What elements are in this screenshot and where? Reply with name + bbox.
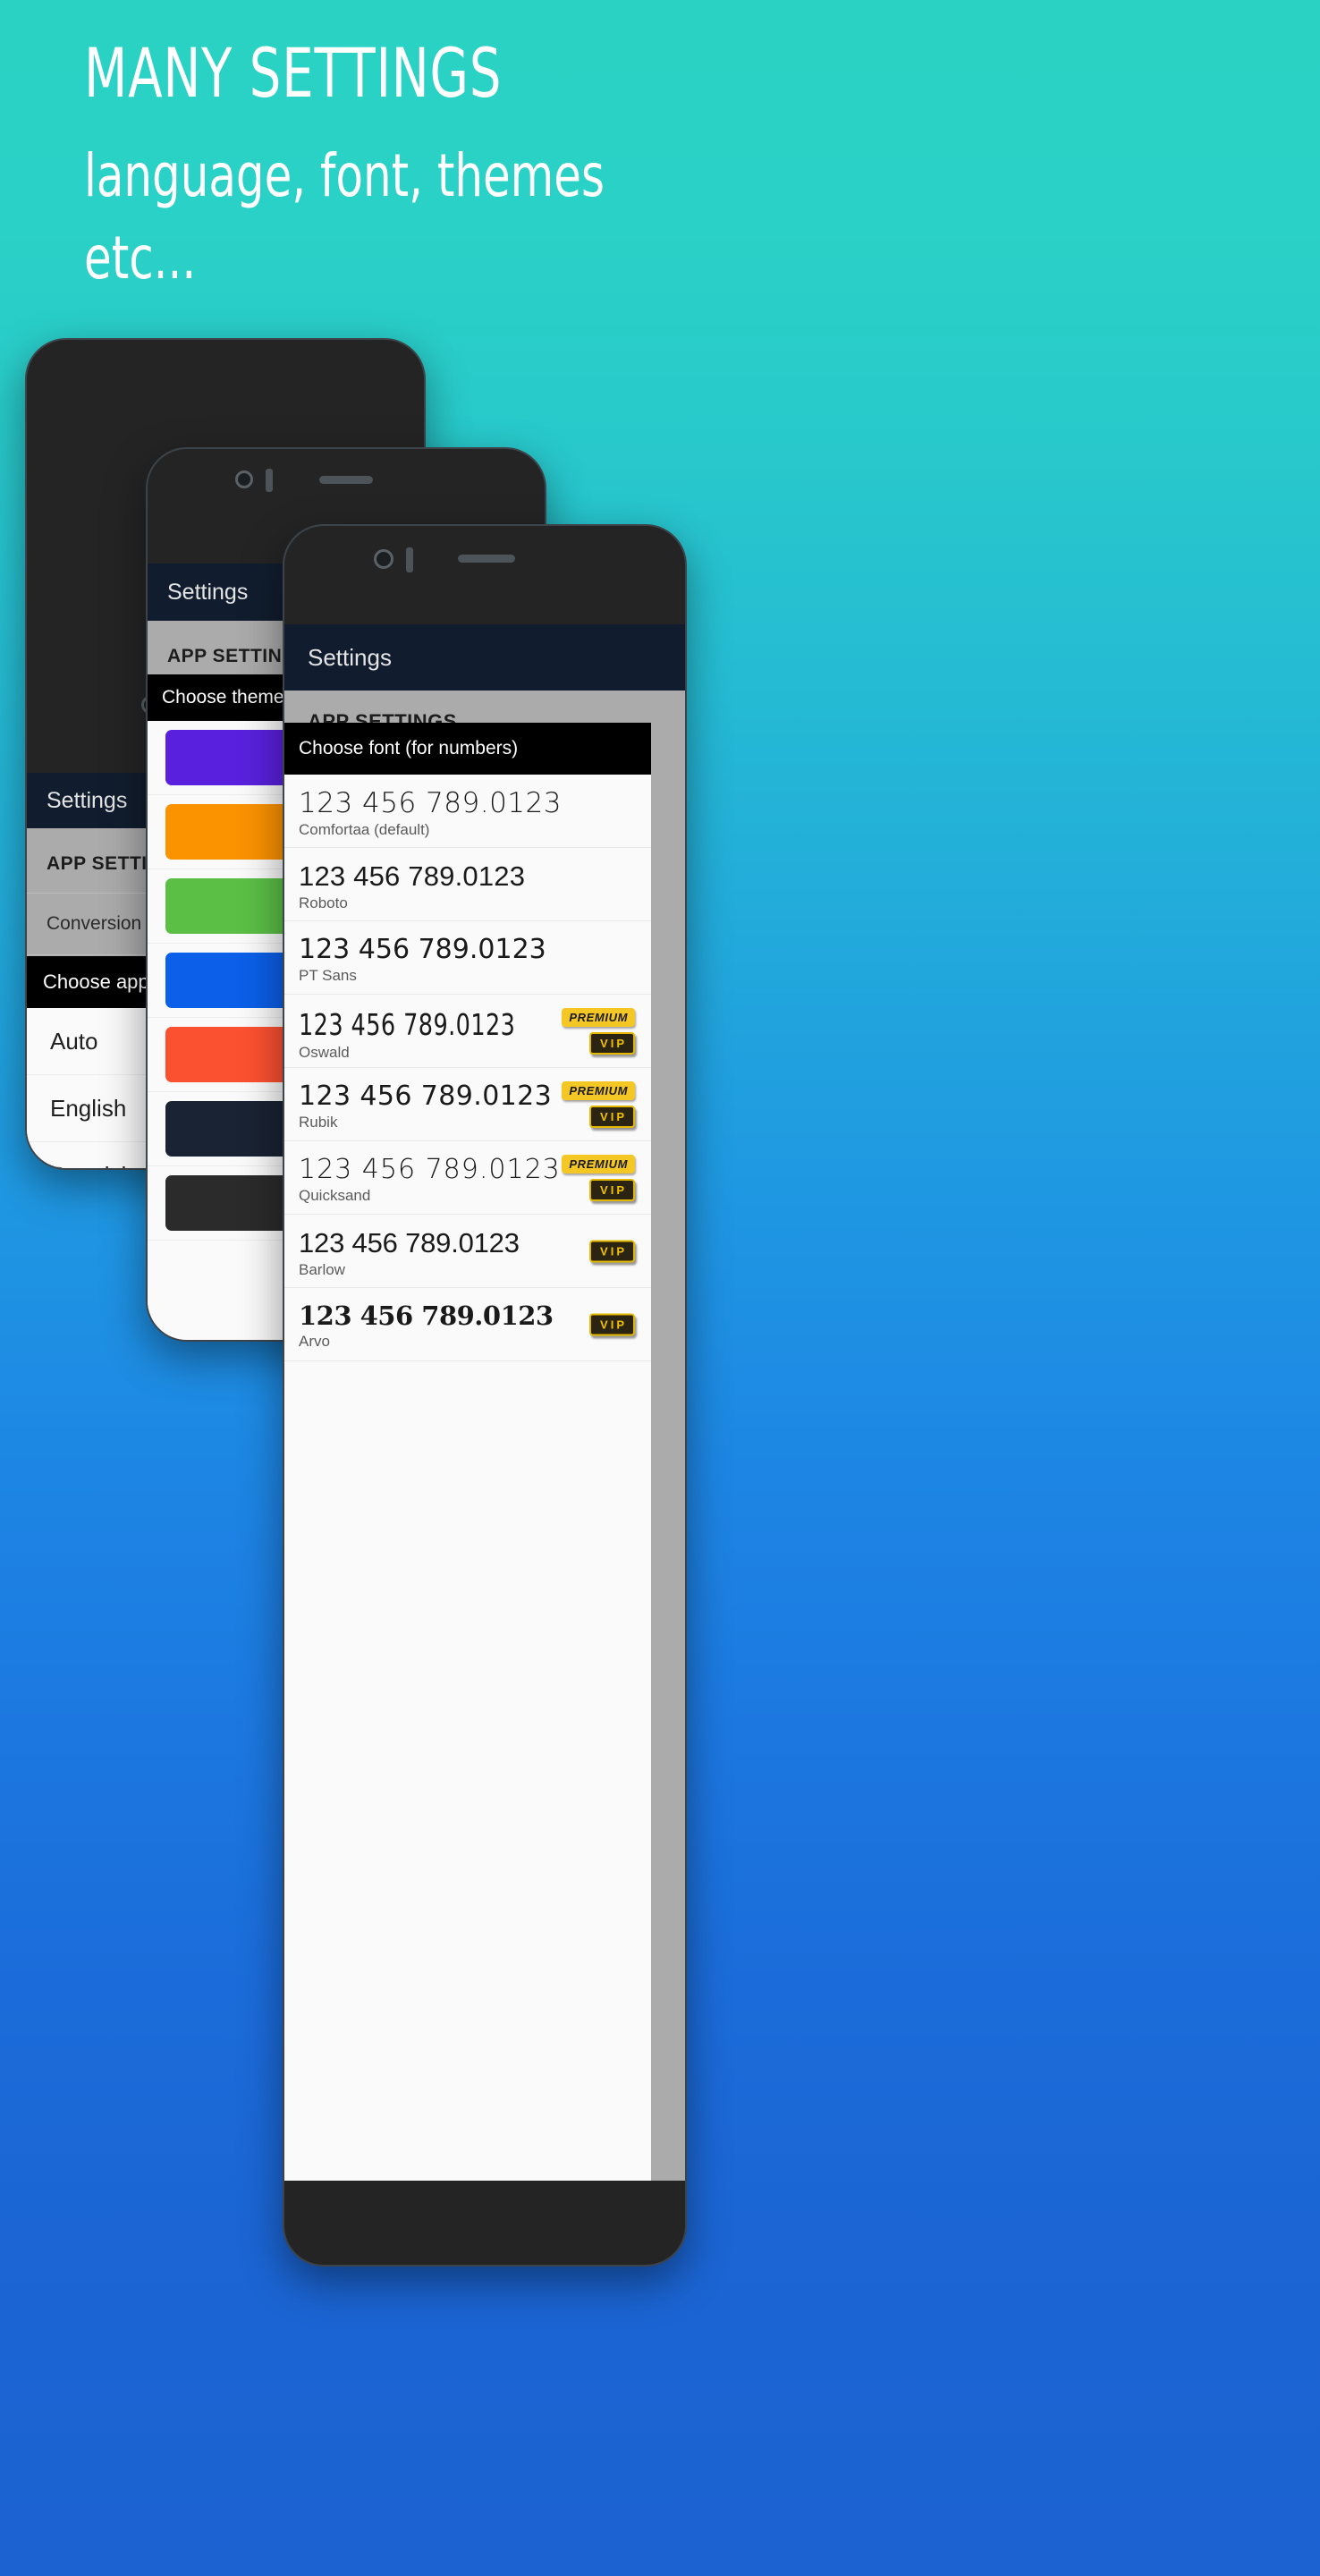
phone1-appbar-title: Settings — [47, 787, 128, 813]
font-sample-text: 123 456 789.0123 — [299, 860, 526, 892]
sensor-icon — [266, 469, 273, 492]
language-option-label: Auto — [50, 1027, 98, 1055]
vip-badge: VIP — [589, 1031, 635, 1055]
font-sample-text: 123 456 789.0123 — [299, 787, 562, 819]
font-list: 123 456 789.0123 Comfortaa (default) 123… — [284, 775, 651, 2181]
phone-mockup-font: Settings APP SETTINGS Choose font (for n… — [283, 524, 687, 2267]
phone3-appbar: Settings — [284, 624, 685, 691]
vip-badge: VIP — [589, 1240, 635, 1262]
front-camera-icon — [235, 470, 253, 488]
premium-badge: PREMIUM — [562, 1154, 635, 1174]
choose-font-dialog: Choose font (for numbers) 123 456 789.01… — [284, 723, 651, 2181]
phone3-appbar-title: Settings — [308, 643, 392, 671]
font-sample-text: 123 456 789.0123 — [299, 1007, 516, 1042]
font-badges: PREMIUM VIP — [562, 1080, 635, 1128]
font-option-oswald[interactable]: 123 456 789.0123 Oswald PREMIUM VIP — [284, 995, 651, 1068]
phone3-screen: Settings APP SETTINGS Choose font (for n… — [284, 624, 685, 2181]
choose-font-dialog-title: Choose font (for numbers) — [299, 738, 519, 758]
font-option-arvo[interactable]: 123 456 789.0123 Arvo VIP — [284, 1288, 651, 1361]
promo-headline-block: MANY SETTINGS language, font, themes etc… — [84, 34, 978, 297]
earpiece-speaker — [319, 476, 373, 484]
font-option-roboto[interactable]: 123 456 789.0123 Roboto — [284, 848, 651, 921]
promo-subline-2: etc... — [84, 224, 197, 292]
premium-badge: PREMIUM — [562, 1080, 635, 1100]
font-badges: VIP — [589, 1313, 635, 1335]
font-option-pt-sans[interactable]: 123 456 789.0123 PT Sans — [284, 921, 651, 995]
vip-badge: VIP — [589, 1105, 635, 1128]
font-name-label: PT Sans — [299, 967, 357, 984]
premium-badge: PREMIUM — [562, 1007, 635, 1027]
font-name-label: Comfortaa (default) — [299, 821, 430, 838]
font-name-label: Arvo — [299, 1333, 330, 1350]
font-option-quicksand[interactable]: 123 456 789.0123 Quicksand PREMIUM VIP — [284, 1141, 651, 1215]
promo-headline: MANY SETTINGS — [84, 33, 503, 113]
font-sample-text: 123 456 789.0123 — [299, 934, 546, 965]
font-badges: VIP — [589, 1240, 635, 1262]
language-option-label: English — [50, 1094, 127, 1122]
font-name-label: Roboto — [299, 894, 348, 911]
font-option-comfortaa[interactable]: 123 456 789.0123 Comfortaa (default) — [284, 775, 651, 848]
font-badges: PREMIUM VIP — [562, 1154, 635, 1201]
font-badges: PREMIUM VIP — [562, 1007, 635, 1055]
vip-badge: VIP — [589, 1178, 635, 1201]
vip-badge: VIP — [589, 1313, 635, 1335]
choose-theme-dialog-title: Choose theme — [162, 687, 284, 708]
font-option-barlow[interactable]: 123 456 789.0123 Barlow VIP — [284, 1215, 651, 1288]
font-option-rubik[interactable]: 123 456 789.0123 Rubik PREMIUM VIP — [284, 1068, 651, 1141]
front-camera-icon — [374, 549, 393, 569]
choose-font-dialog-title-bar: Choose font (for numbers) — [284, 723, 651, 775]
earpiece-speaker — [458, 555, 515, 563]
phone2-appbar-title: Settings — [167, 579, 249, 605]
promo-subline-1: language, font, themes — [84, 141, 605, 210]
font-name-label: Barlow — [299, 1261, 345, 1278]
language-option-label: Spanish — [50, 1162, 134, 1169]
sensor-icon — [406, 547, 413, 572]
